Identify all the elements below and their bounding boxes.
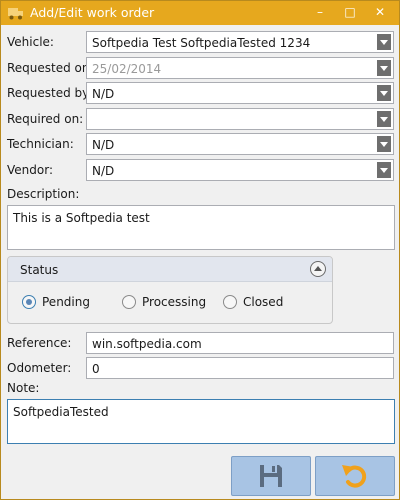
requested-by-row: Requested by: N/D (1, 82, 399, 104)
vendor-value: N/D (92, 164, 115, 178)
status-group: Status Pending Processing Closed (7, 256, 333, 324)
vehicle-row: Vehicle: Softpedia Test SoftpediaTested … (1, 31, 399, 53)
required-on-datepicker[interactable] (86, 108, 394, 130)
reference-label: Reference: (7, 336, 72, 350)
reference-value: win.softpedia.com (92, 337, 202, 351)
radio-pending-label: Pending (42, 295, 90, 309)
vendor-label: Vendor: (7, 163, 53, 177)
radio-circle[interactable] (22, 295, 36, 309)
odometer-value: 0 (92, 362, 100, 376)
odometer-label: Odometer: (7, 361, 72, 375)
title-bar: Add/Edit work order – □ ✕ (1, 1, 399, 25)
requested-on-label: Requested on: (7, 61, 94, 75)
chevron-down-icon[interactable] (377, 162, 391, 178)
chevron-down-icon[interactable] (377, 111, 391, 127)
radio-circle[interactable] (122, 295, 136, 309)
description-value: This is a Softpedia test (13, 211, 150, 225)
note-textarea[interactable]: SoftpediaTested (7, 399, 395, 444)
window-title: Add/Edit work order (30, 5, 155, 20)
undo-button[interactable] (315, 456, 395, 496)
radio-circle[interactable] (223, 295, 237, 309)
maximize-button[interactable]: □ (335, 1, 365, 23)
chevron-down-icon[interactable] (377, 85, 391, 101)
window-controls: – □ ✕ (305, 1, 395, 25)
requested-by-select[interactable]: N/D (86, 82, 394, 104)
requested-on-row: Requested on: 25/02/2014 (1, 57, 399, 79)
technician-value: N/D (92, 138, 115, 152)
vehicle-select[interactable]: Softpedia Test SoftpediaTested 1234 (86, 31, 394, 53)
close-button[interactable]: ✕ (365, 1, 395, 23)
floppy-disk-icon (260, 465, 282, 487)
undo-arrow-icon (342, 465, 367, 488)
collapse-up-icon[interactable] (310, 261, 326, 277)
chevron-down-icon[interactable] (377, 34, 391, 50)
work-order-window: Add/Edit work order – □ ✕ Vehicle: Softp… (0, 0, 400, 500)
technician-label: Technician: (7, 137, 74, 151)
description-textarea[interactable]: This is a Softpedia test (7, 205, 395, 250)
status-title: Status (20, 263, 59, 277)
radio-closed-label: Closed (243, 295, 284, 309)
chevron-down-icon[interactable] (377, 60, 391, 76)
reference-row: Reference: win.softpedia.com (1, 332, 399, 354)
note-value: SoftpediaTested (13, 405, 109, 419)
save-button[interactable] (231, 456, 311, 496)
requested-by-value: N/D (92, 87, 115, 101)
technician-row: Technician: N/D (1, 133, 399, 155)
radio-processing-label: Processing (142, 295, 207, 309)
truck-icon (8, 8, 23, 20)
note-label: Note: (7, 381, 40, 395)
vehicle-label: Vehicle: (7, 35, 54, 49)
chevron-down-icon[interactable] (377, 136, 391, 152)
requested-on-value: 25/02/2014 (92, 62, 162, 76)
odometer-input[interactable]: 0 (86, 357, 394, 379)
required-on-row: Required on: (1, 108, 399, 130)
vendor-row: Vendor: N/D (1, 159, 399, 181)
minimize-button[interactable]: – (305, 1, 335, 23)
required-on-label: Required on: (7, 112, 84, 126)
status-header[interactable]: Status (8, 257, 332, 282)
odometer-row: Odometer: 0 (1, 357, 399, 379)
vendor-select[interactable]: N/D (86, 159, 394, 181)
technician-select[interactable]: N/D (86, 133, 394, 155)
description-label: Description: (7, 187, 80, 201)
reference-input[interactable]: win.softpedia.com (86, 332, 394, 354)
requested-by-label: Requested by: (7, 86, 93, 100)
vehicle-value: Softpedia Test SoftpediaTested 1234 (92, 36, 311, 50)
requested-on-datepicker[interactable]: 25/02/2014 (86, 57, 394, 79)
